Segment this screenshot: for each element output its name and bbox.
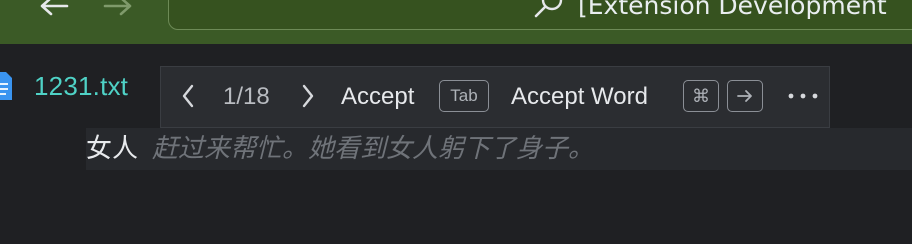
more-actions-button[interactable] [785,81,821,111]
inline-suggestion-toolbar: 1/18 Accept Tab Accept Word ⌘ [160,66,830,128]
back-button[interactable] [34,0,74,20]
editor-tab-label[interactable]: 1231.txt [34,68,128,104]
window-title: [Extension Development [578,0,887,20]
chevron-left-icon [182,84,194,108]
file-icon [0,70,14,104]
tab-keybinding: Tab [439,80,489,112]
chevron-right-icon [302,84,314,108]
ghost-suggestion-text: 赶过来帮忙。她看到女人躬下了身子。 [152,134,595,164]
more-icon [788,93,818,99]
accept-word-button[interactable]: Accept Word [511,79,648,115]
title-bar: [Extension Development [0,0,912,44]
arrow-right-keybinding [727,80,763,112]
line-content: 女人 赶过来帮忙。她看到女人躬下了身子。 [86,131,594,167]
arrow-left-icon [40,0,69,16]
accept-button[interactable]: Accept [341,79,414,115]
arrow-right-key-icon [737,90,752,102]
forward-button[interactable] [98,0,138,20]
cmd-keybinding: ⌘ [683,80,719,112]
current-line[interactable]: 女人 赶过来帮忙。她看到女人躬下了身子。 [86,128,912,170]
search-icon [530,0,566,22]
typed-text: 女人 [86,134,139,164]
previous-suggestion-button[interactable] [175,81,201,111]
suggestion-counter: 1/18 [223,83,270,110]
next-suggestion-button[interactable] [295,81,321,111]
arrow-right-icon [103,0,132,16]
